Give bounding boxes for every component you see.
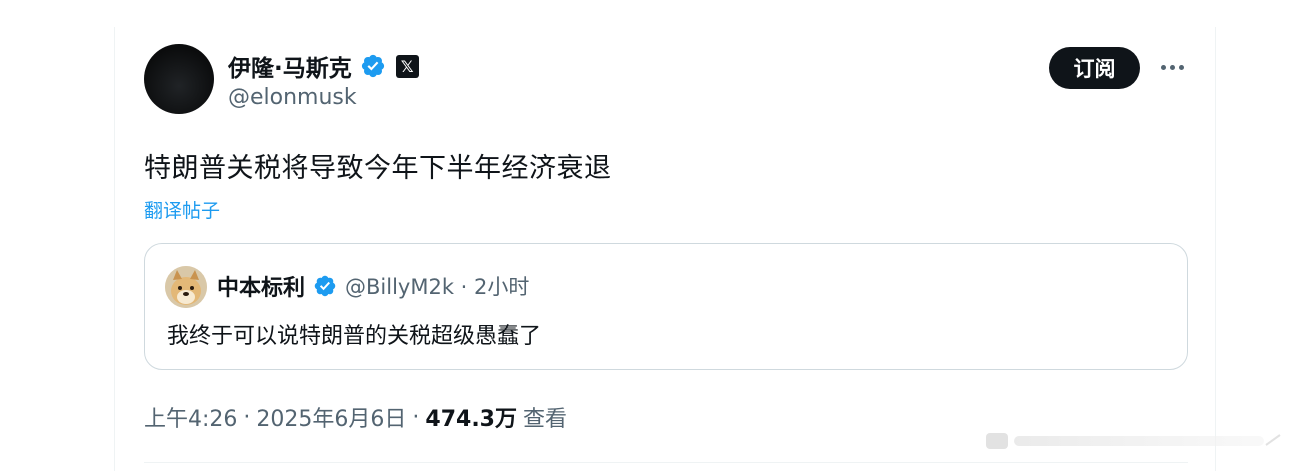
quoted-tweet[interactable]: 中本标利 @BillyM2k · 2小时 我终于可以说特朗普的关税超级愚蠢了 [144, 243, 1188, 370]
verified-badge-icon [314, 275, 336, 297]
quoted-header: 中本标利 @BillyM2k · 2小时 [217, 270, 529, 302]
quoted-handle-time: @BillyM2k · 2小时 [345, 275, 530, 299]
author-name-row: 伊隆·马斯克 𝕏 [228, 49, 419, 83]
meta-separator: · [412, 404, 420, 430]
verified-badge-icon [361, 54, 384, 78]
doge-avatar-icon [165, 266, 207, 308]
divider [144, 462, 1188, 463]
more-dot [1160, 64, 1166, 70]
more-options-icon[interactable] [1155, 52, 1189, 82]
author-display-name[interactable]: 伊隆·马斯克 [228, 49, 352, 83]
translate-post-link[interactable]: 翻译帖子 [144, 196, 220, 223]
x-logo-icon[interactable]: 𝕏 [395, 54, 419, 78]
meta-separator: · [243, 404, 251, 430]
views-label: 查看 [522, 407, 567, 432]
tweet-date[interactable]: 2025年6月6日 [256, 401, 406, 433]
more-dot [1178, 64, 1184, 70]
views-count[interactable]: 474.3万 [425, 401, 517, 433]
quoted-author-avatar [165, 266, 207, 308]
tweet-text: 特朗普关税将导致今年下半年经济衰退 [144, 153, 612, 184]
tweet-meta: 上午4:26 · 2025年6月6日 · 474.3万 查看 [144, 401, 567, 433]
watermark-graphic [986, 433, 1281, 449]
quoted-text: 我终于可以说特朗普的关税超级愚蠢了 [167, 324, 542, 349]
subscribe-button[interactable]: 订阅 [1049, 47, 1140, 89]
quoted-display-name[interactable]: 中本标利 [217, 270, 305, 302]
author-handle[interactable]: @elonmusk [228, 85, 357, 110]
tweet-time[interactable]: 上午4:26 [144, 401, 237, 433]
author-avatar[interactable] [144, 44, 214, 114]
more-dot [1169, 64, 1175, 70]
